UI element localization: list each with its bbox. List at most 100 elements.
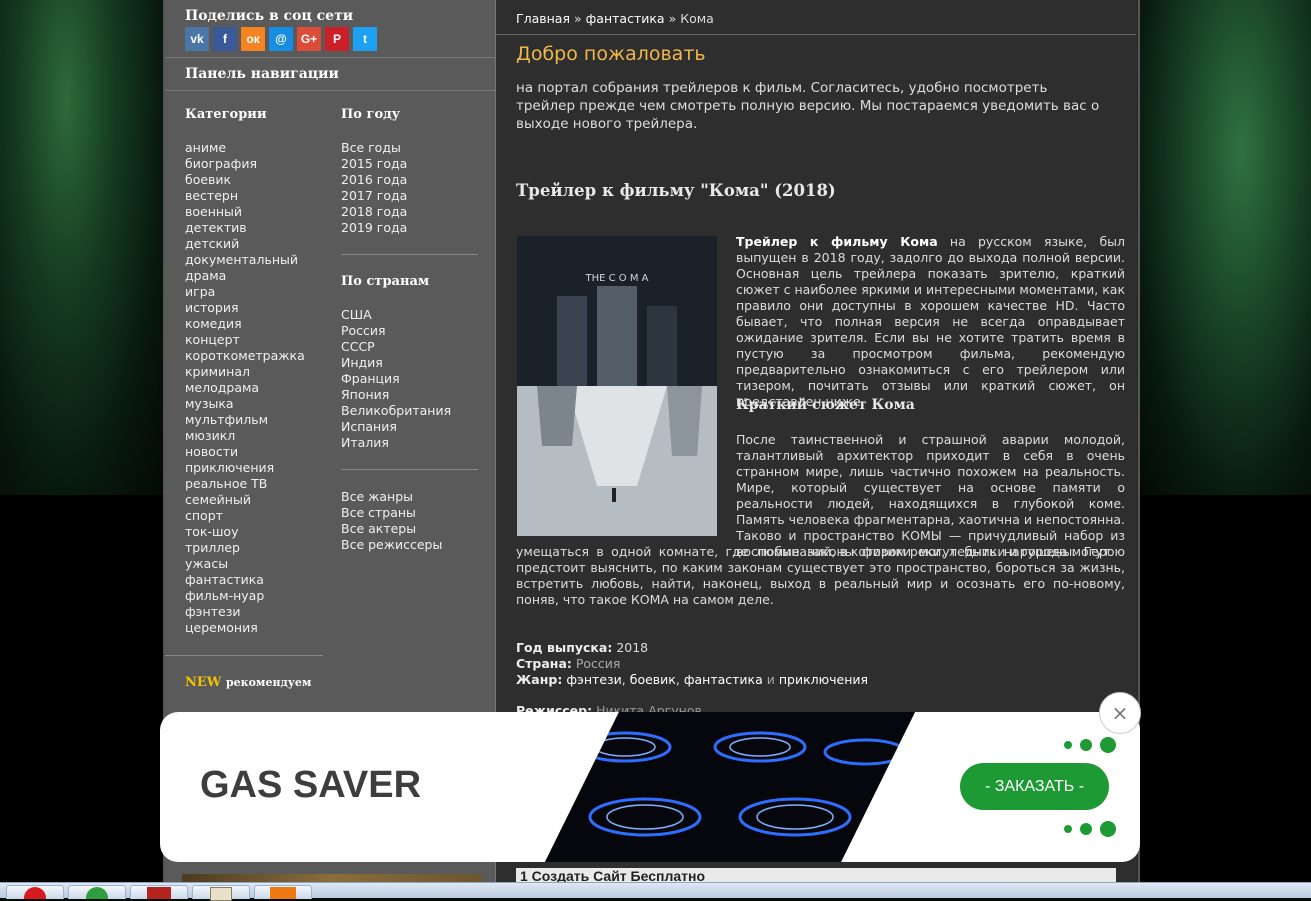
description-bold: Трейлер к фильму Кома <box>736 234 938 249</box>
all-link[interactable]: Все актеры <box>341 521 442 537</box>
genre-link[interactable]: приключения <box>779 672 868 687</box>
country-link[interactable]: Индия <box>341 355 451 371</box>
country-link[interactable]: Великобритания <box>341 403 451 419</box>
year-link[interactable]: 2016 года <box>341 172 407 188</box>
category-link[interactable]: музыка <box>185 396 305 412</box>
category-link[interactable]: спорт <box>185 508 305 524</box>
category-link[interactable]: детектив <box>185 220 305 236</box>
description-text: на русском языке, был выпущен в 2018 год… <box>736 234 1126 409</box>
year-value: 2018 <box>616 640 649 655</box>
all-link[interactable]: Все режиссеры <box>341 537 442 553</box>
category-link[interactable]: криминал <box>185 364 305 380</box>
ad-banner[interactable]: GAS SAVER - ЗАКАЗАТЬ - <box>160 712 1140 862</box>
breadcrumb-home[interactable]: Главная <box>516 11 570 26</box>
category-link[interactable]: ток-шоу <box>185 524 305 540</box>
breadcrumb-separator: » <box>573 11 582 26</box>
facebook-icon[interactable]: f <box>213 27 237 51</box>
vk-icon[interactable]: vk <box>185 27 209 51</box>
category-link[interactable]: игра <box>185 284 305 300</box>
intro-text: на портал собрания трейлеров к фильм. Со… <box>516 80 1100 132</box>
category-link[interactable]: детский <box>185 236 305 252</box>
new-badge: NEW <box>185 675 222 690</box>
country-label: Страна: <box>516 656 572 671</box>
category-link[interactable]: мюзикл <box>185 428 305 444</box>
country-link[interactable]: Испания <box>341 419 451 435</box>
background-dark-right <box>1136 495 1311 897</box>
category-link[interactable]: церемония <box>185 620 305 636</box>
year-link[interactable]: 2019 года <box>341 220 407 236</box>
genre-link[interactable]: боевик <box>630 672 676 687</box>
all-link[interactable]: Все жанры <box>341 489 442 505</box>
ad-order-button[interactable]: - ЗАКАЗАТЬ - <box>960 763 1109 810</box>
category-link[interactable]: военный <box>185 204 305 220</box>
categories-title: Категории <box>185 107 267 122</box>
category-link[interactable]: драма <box>185 268 305 284</box>
category-link[interactable]: мультфильм <box>185 412 305 428</box>
years-title: По году <box>341 107 401 122</box>
category-link[interactable]: мелодрама <box>185 380 305 396</box>
country-link[interactable]: Россия <box>341 323 451 339</box>
twitter-icon[interactable]: t <box>353 27 377 51</box>
category-link[interactable]: новости <box>185 444 305 460</box>
new-recommend-label: NEW рекомендуем <box>185 675 311 690</box>
country-link[interactable]: Япония <box>341 387 451 403</box>
year-link[interactable]: Все годы <box>341 140 407 156</box>
category-link[interactable]: аниме <box>185 140 305 156</box>
category-link[interactable]: фэнтези <box>185 604 305 620</box>
background-forest-right <box>1136 0 1311 500</box>
country-link[interactable]: Италия <box>341 435 451 451</box>
social-icons: vk f ок @ G+ Pt <box>185 27 377 51</box>
breadcrumb-category[interactable]: фантастика <box>586 11 665 26</box>
divider <box>165 57 495 58</box>
category-link[interactable]: биография <box>185 156 305 172</box>
category-link[interactable]: реальное ТВ <box>185 476 305 492</box>
movie-poster[interactable]: THE C O M A <box>517 236 717 536</box>
category-link[interactable]: фантастика <box>185 572 305 588</box>
googleplus-icon[interactable]: G+ <box>297 27 321 51</box>
category-link[interactable]: ужасы <box>185 556 305 572</box>
category-link[interactable]: фильм-нуар <box>185 588 305 604</box>
country-link[interactable]: США <box>341 307 451 323</box>
genre-link[interactable]: фэнтези <box>566 672 621 687</box>
share-title: Поделись в соц сети <box>185 8 354 24</box>
odnoklassniki-icon[interactable]: ок <box>241 27 265 51</box>
categories-list: аниме биография боевик вестерн военный детект… <box>185 140 305 636</box>
category-link[interactable]: боевик <box>185 172 305 188</box>
year-link[interactable]: 2015 года <box>341 156 407 172</box>
pinterest-icon[interactable]: P <box>325 27 349 51</box>
all-link[interactable]: Все страны <box>341 505 442 521</box>
ad-dots-top <box>1064 737 1116 753</box>
category-link[interactable]: концерт <box>185 332 305 348</box>
year-label: Год выпуска: <box>516 640 613 655</box>
countries-title: По странам <box>341 274 430 289</box>
country-link[interactable]: Франция <box>341 371 451 387</box>
category-link[interactable]: комедия <box>185 316 305 332</box>
movie-title: Трейлер к фильму "Кома" (2018) <box>516 181 836 200</box>
category-link[interactable]: короткометражка <box>185 348 305 364</box>
genre-link[interactable]: фантастика <box>684 672 763 687</box>
moimir-icon[interactable]: @ <box>269 27 293 51</box>
divider <box>341 469 478 470</box>
country-value: Россия <box>575 656 621 671</box>
poster-title: THE C O M A <box>585 273 649 284</box>
category-link[interactable]: семейный <box>185 492 305 508</box>
recommend-text: рекомендуем <box>225 676 312 689</box>
genre-and: и <box>766 672 775 687</box>
ad-brand: GAS SAVER <box>200 764 422 806</box>
genre-label: Жанр: <box>516 672 563 687</box>
year-row: Год выпуска: 2018 <box>516 640 648 655</box>
category-link[interactable]: триллер <box>185 540 305 556</box>
category-link[interactable]: приключения <box>185 460 305 476</box>
category-link[interactable]: история <box>185 300 305 316</box>
breadcrumb-current: Кома <box>680 11 714 26</box>
genre-row: Жанр: фэнтези, боевик, фантастика и прик… <box>516 672 868 687</box>
category-link[interactable]: вестерн <box>185 188 305 204</box>
year-link[interactable]: 2018 года <box>341 204 407 220</box>
all-links-list: Все жанры Все страны Все актеры Все режиссе… <box>341 489 442 553</box>
ad-close-button[interactable]: × <box>1099 692 1141 734</box>
country-link[interactable]: СССР <box>341 339 451 355</box>
background-forest-left <box>0 0 165 500</box>
year-link[interactable]: 2017 года <box>341 188 407 204</box>
category-link[interactable]: документальный <box>185 252 305 268</box>
breadcrumb-separator: » <box>668 11 677 26</box>
